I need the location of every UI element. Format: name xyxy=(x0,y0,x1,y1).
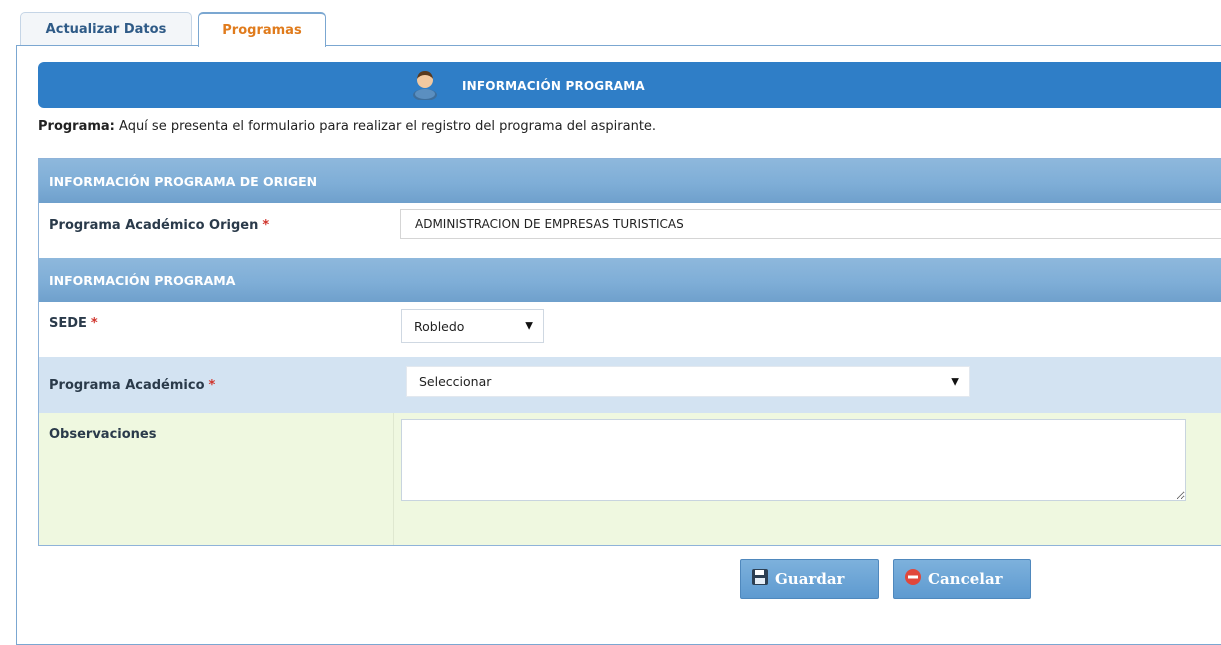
observations-field xyxy=(394,413,1221,545)
sede-label-text: SEDE xyxy=(49,316,87,331)
row-origin-program: Programa Académico Origen * ADMINISTRACIO… xyxy=(39,203,1221,247)
save-button-label: Guardar xyxy=(775,570,845,588)
section-program-header: INFORMACIÓN PROGRAMA xyxy=(39,258,1221,302)
tab-bar: Actualizar Datos Programas xyxy=(0,0,1221,47)
origin-program-input[interactable]: ADMINISTRACION DE EMPRESAS TURISTICAS xyxy=(400,209,1221,239)
dropdown-arrow-icon: ▼ xyxy=(525,320,533,332)
academic-program-label: Programa Académico * xyxy=(39,357,394,413)
sede-label: SEDE * xyxy=(39,302,394,357)
save-button[interactable]: Guardar xyxy=(740,559,879,599)
row-academic-program: Programa Académico * Seleccionar ▼ xyxy=(39,357,1221,413)
academic-program-label-text: Programa Académico xyxy=(49,377,205,393)
origin-program-field: ADMINISTRACION DE EMPRESAS TURISTICAS xyxy=(394,203,1221,247)
description-text: Aquí se presenta el formulario para real… xyxy=(114,119,657,134)
origin-program-label-text: Programa Académico Origen xyxy=(49,217,259,233)
required-mark: * xyxy=(208,377,216,393)
observations-label: Observaciones xyxy=(39,413,394,545)
sede-field: Robledo ▼ xyxy=(394,302,1221,357)
floppy-disk-icon xyxy=(751,568,769,590)
tab-actualizar-datos[interactable]: Actualizar Datos xyxy=(20,12,192,45)
sede-select-value: Robledo xyxy=(414,318,465,334)
observations-textarea[interactable] xyxy=(401,419,1186,501)
academic-program-select[interactable]: Seleccionar ▼ xyxy=(406,366,970,397)
description-prefix: Programa: xyxy=(38,119,115,134)
program-description: Programa: Aquí se presenta el formulario… xyxy=(38,119,656,134)
observations-label-text: Observaciones xyxy=(49,427,157,442)
user-icon xyxy=(410,68,440,104)
required-mark: * xyxy=(90,316,98,331)
sede-select[interactable]: Robledo ▼ xyxy=(401,309,544,343)
cancel-button-label: Cancelar xyxy=(928,570,1003,588)
row-sede: SEDE * Robledo ▼ xyxy=(39,302,1221,357)
origin-program-label: Programa Académico Origen * xyxy=(39,203,394,247)
section-origin-header: INFORMACIÓN PROGRAMA DE ORIGEN xyxy=(39,159,1221,203)
cancel-button[interactable]: Cancelar xyxy=(893,559,1031,599)
required-mark: * xyxy=(262,217,270,233)
academic-program-field: Seleccionar ▼ xyxy=(394,357,1221,413)
tab-programas[interactable]: Programas xyxy=(198,12,326,47)
info-programa-header: INFORMACIÓN PROGRAMA xyxy=(38,62,1221,108)
program-form: INFORMACIÓN PROGRAMA DE ORIGEN Programa … xyxy=(38,158,1221,546)
minus-circle-icon xyxy=(904,568,922,590)
dropdown-arrow-icon: ▼ xyxy=(951,376,959,387)
row-observations: Observaciones xyxy=(39,413,1221,545)
academic-program-select-value: Seleccionar xyxy=(419,374,492,389)
info-header-title: INFORMACIÓN PROGRAMA xyxy=(462,79,645,93)
